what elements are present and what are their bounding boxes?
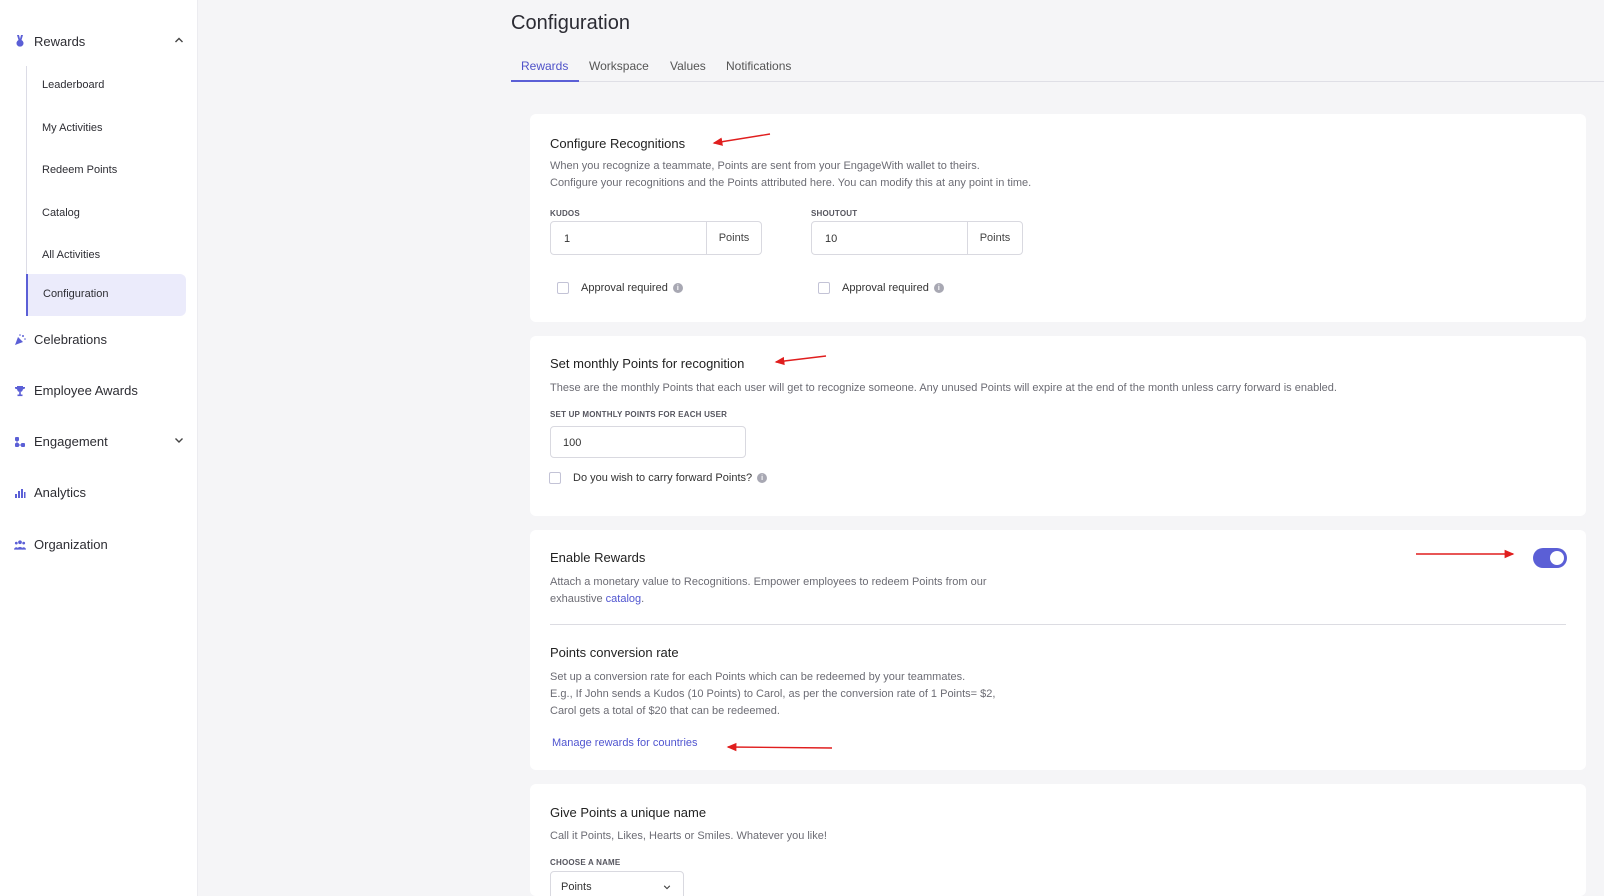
shoutout-points-input[interactable]: 10 Points [811, 221, 1023, 255]
enable-rewards-toggle[interactable] [1533, 548, 1567, 568]
shoutout-label: SHOUTOUT [811, 209, 858, 218]
selected-value: Points [561, 881, 592, 893]
enable-rewards-card: Enable Rewards Attach a monetary value t… [530, 530, 1586, 770]
configure-recognitions-card: Configure Recognitions When you recogniz… [530, 114, 1586, 322]
sidebar-item-label: Engagement [34, 434, 108, 449]
catalog-link[interactable]: catalog [606, 593, 641, 605]
chevron-down-icon[interactable] [174, 435, 184, 445]
section-description: Attach a monetary value to Recognitions.… [550, 576, 987, 605]
unique-name-card: Give Points a unique name Call it Points… [530, 784, 1586, 896]
sidebar-item-analytics[interactable]: Analytics [14, 485, 86, 500]
people-icon [14, 539, 26, 551]
checkbox-label: Do you wish to carry forward Points? [573, 472, 753, 484]
sidebar-item-label: Celebrations [34, 332, 107, 347]
chevron-down-icon [663, 885, 671, 890]
tab-bar: Rewards Workspace Values Notifications [511, 56, 1604, 82]
section-description: Call it Points, Likes, Hearts or Smiles.… [550, 830, 827, 842]
tab-rewards[interactable]: Rewards [521, 59, 568, 73]
sidebar-item-label: Analytics [34, 485, 87, 500]
section-description: When you recognize a teammate, Points ar… [550, 160, 1032, 189]
conversion-description: Set up a conversion rate for each Points… [550, 671, 996, 717]
points-suffix: Points [706, 222, 761, 254]
shoutout-value[interactable]: 10 [812, 222, 967, 254]
sidebar-item-label: Rewards [34, 34, 86, 49]
info-icon[interactable]: i [672, 283, 683, 293]
chevron-up-icon[interactable] [174, 35, 184, 45]
page-title: Configuration [511, 12, 630, 34]
manage-rewards-countries-link[interactable]: Manage rewards for countries [552, 735, 698, 752]
sidebar-item-label: Organization [34, 537, 108, 552]
kudos-value[interactable]: 1 [551, 222, 706, 254]
active-tab-indicator [511, 80, 579, 82]
sidebar-subitem-leaderboard[interactable]: Leaderboard [42, 79, 104, 91]
points-suffix: Points [967, 222, 1022, 254]
sidebar-subitem-all-activities[interactable]: All Activities [42, 249, 100, 261]
points-name-select[interactable]: Points [550, 871, 684, 896]
info-icon[interactable]: i [757, 473, 768, 483]
toggle-knob [1550, 551, 1564, 565]
kudos-approval-row[interactable]: Approval required i [557, 282, 683, 294]
sidebar-item-employee-awards[interactable]: Employee Awards [14, 383, 138, 398]
sidebar-item-organization[interactable]: Organization [14, 537, 108, 552]
sidebar-item-engagement[interactable]: Engagement [14, 434, 183, 449]
kudos-points-input[interactable]: 1 Points [550, 221, 762, 255]
section-title: Give Points a unique name [550, 805, 707, 820]
kudos-approval-checkbox[interactable] [557, 282, 569, 294]
trophy-icon [14, 385, 26, 397]
checkbox-label: Approval required [581, 282, 668, 294]
kudos-label: KUDOS [550, 209, 580, 218]
choose-name-label: CHOOSE A NAME [550, 858, 621, 867]
monthly-points-label: SET UP MONTHLY POINTS FOR EACH USER [550, 410, 728, 419]
shoutout-approval-checkbox[interactable] [818, 282, 830, 294]
section-title: Enable Rewards [550, 550, 646, 565]
section-title: Set monthly Points for recognition [550, 356, 745, 371]
section-description: These are the monthly Points that each u… [550, 382, 1337, 394]
sidebar: Rewards Leaderboard My Activities Redeem… [0, 0, 198, 896]
info-icon[interactable]: i [933, 283, 944, 293]
sidebar-item-label: Employee Awards [34, 383, 138, 398]
sidebar-subitem-my-activities[interactable]: My Activities [42, 122, 103, 134]
party-popper-icon [14, 333, 26, 346]
shoutout-approval-row[interactable]: Approval required i [818, 282, 944, 294]
monthly-points-input[interactable]: 100 [550, 426, 746, 458]
sidebar-subitem-catalog[interactable]: Catalog [42, 207, 80, 219]
section-divider [550, 624, 1566, 625]
bar-chart-icon [14, 487, 26, 499]
sidebar-item-celebrations[interactable]: Celebrations [14, 332, 107, 347]
engagement-icon [14, 436, 26, 448]
checkbox-label: Approval required [842, 282, 929, 294]
tab-workspace[interactable]: Workspace [589, 59, 649, 73]
monthly-points-card: Set monthly Points for recognition These… [530, 336, 1586, 516]
section-title: Configure Recognitions [550, 136, 686, 151]
carry-forward-checkbox[interactable] [549, 472, 561, 484]
tab-notifications[interactable]: Notifications [726, 59, 791, 73]
sidebar-item-rewards[interactable]: Rewards [14, 34, 183, 49]
sidebar-subitem-redeem-points[interactable]: Redeem Points [42, 164, 117, 176]
sidebar-subitem-configuration[interactable]: Configuration [43, 288, 108, 300]
tab-values[interactable]: Values [670, 59, 706, 73]
medal-icon [14, 35, 26, 48]
conversion-title: Points conversion rate [550, 645, 679, 660]
carry-forward-row[interactable]: Do you wish to carry forward Points? i [549, 472, 768, 484]
